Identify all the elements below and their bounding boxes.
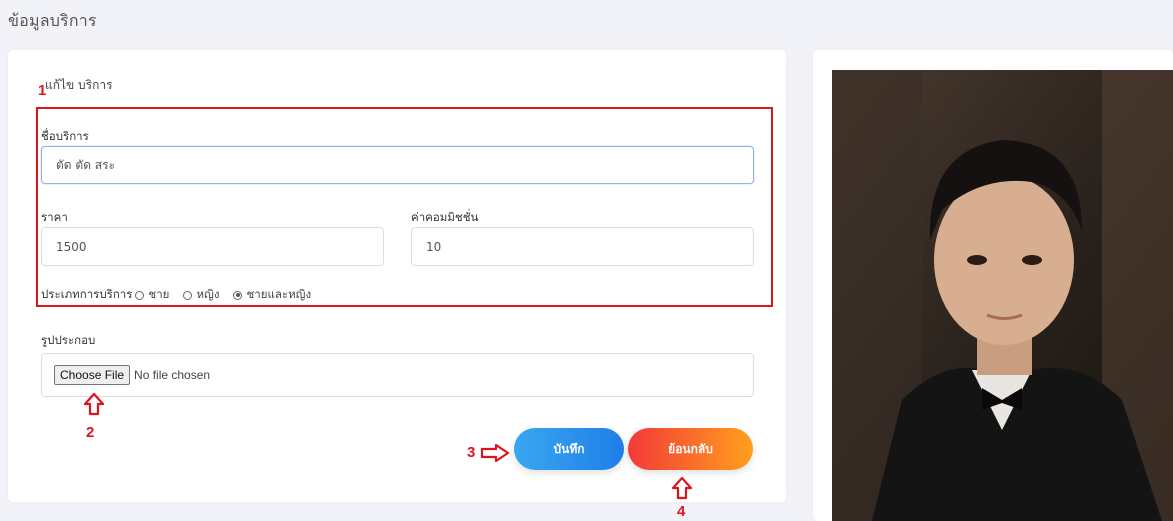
annotation-marker-4: 4 — [677, 503, 686, 520]
back-button[interactable]: ย้อนกลับ — [628, 428, 753, 470]
page-title: ข้อมูลบริการ — [8, 11, 97, 30]
annotation-marker-3: 3 — [467, 444, 476, 461]
arrow-up-icon — [83, 392, 105, 416]
service-image-preview — [832, 70, 1173, 521]
annotation-marker-1: 1 — [38, 82, 47, 99]
arrow-up-icon — [671, 476, 693, 500]
save-button[interactable]: บันทึก — [514, 428, 624, 470]
highlight-box-1 — [36, 107, 773, 307]
image-label: รูปประกอบ — [41, 333, 96, 347]
form-heading: แก้ไข บริการ — [45, 78, 113, 92]
image-file-input[interactable]: Choose File No file chosen — [41, 353, 754, 397]
file-status: No file chosen — [134, 368, 211, 382]
annotation-marker-2: 2 — [86, 424, 95, 441]
arrow-right-icon — [480, 443, 510, 463]
choose-file-button[interactable]: Choose File — [54, 365, 131, 385]
person-photo-icon — [832, 70, 1173, 521]
